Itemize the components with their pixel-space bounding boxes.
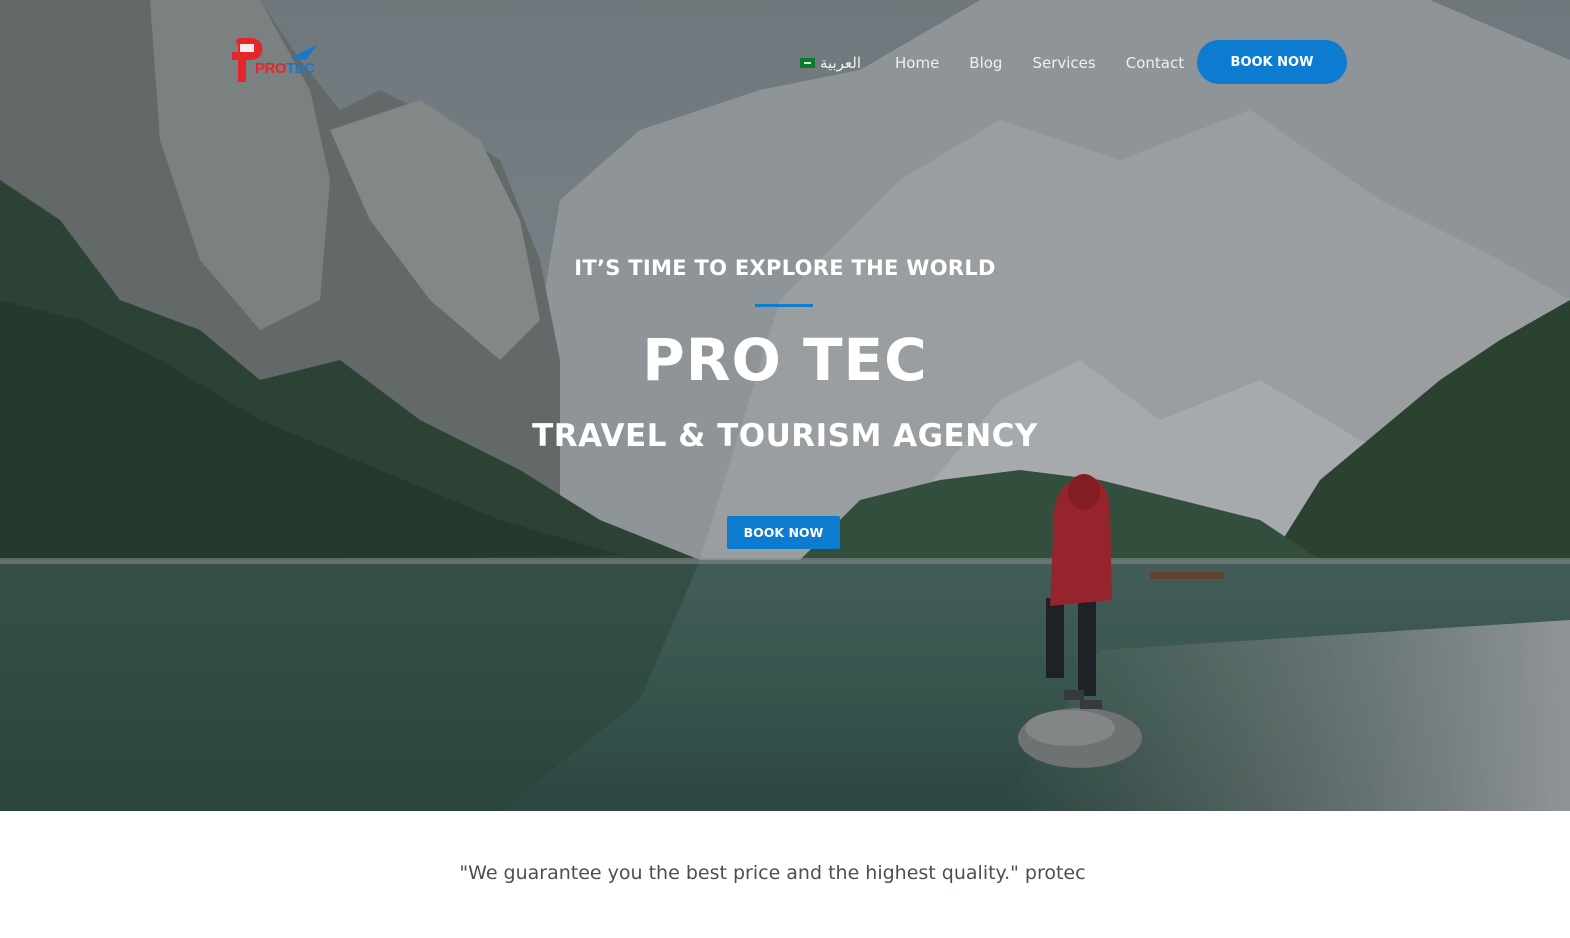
hero-title: PRO TEC [642, 326, 928, 394]
hero-dark-overlay [0, 0, 1570, 811]
guarantee-quote: "We guarantee you the best price and the… [459, 862, 1086, 884]
nav-home[interactable]: Home [895, 54, 939, 72]
hero-book-now-button[interactable]: BOOK NOW [727, 516, 840, 549]
logo-pro-text: PRO [255, 60, 287, 77]
hero-divider [755, 304, 813, 307]
hero-tagline: IT’S TIME TO EXPLORE THE WORLD [574, 256, 996, 280]
header-book-now-button[interactable]: BOOK NOW [1197, 40, 1347, 84]
nav-contact[interactable]: Contact [1126, 54, 1184, 72]
saudi-flag-icon [800, 58, 815, 68]
language-label: العربية [820, 54, 861, 72]
logo-tec-text: TEC [286, 60, 315, 77]
language-switcher[interactable]: العربية [800, 54, 861, 72]
nav-blog[interactable]: Blog [969, 54, 1002, 72]
main-navigation: العربية Home Blog Services Contact [800, 50, 1184, 76]
hero-section: PROTEC العربية Home Blog Services Contac… [0, 0, 1570, 811]
logo-wordmark: PROTEC [255, 60, 315, 77]
nav-services[interactable]: Services [1032, 54, 1095, 72]
hero-subtitle: TRAVEL & TOURISM AGENCY [532, 418, 1038, 454]
